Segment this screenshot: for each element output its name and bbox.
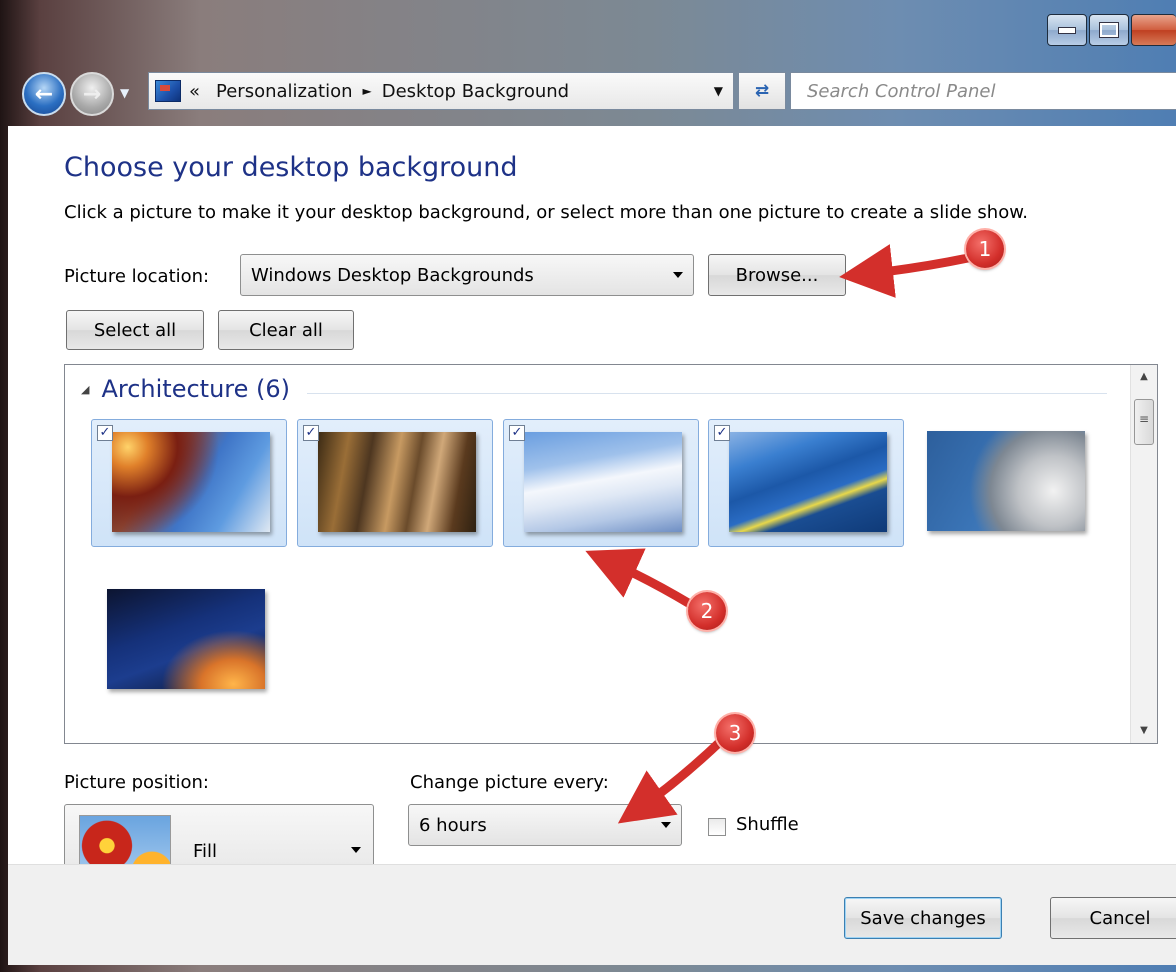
footer-bar: Save changes Cancel (8, 864, 1176, 965)
scroll-thumb[interactable] (1134, 399, 1154, 445)
thumbnail-architecture-1[interactable]: ✓ (91, 419, 287, 547)
maximize-icon (1099, 22, 1119, 38)
page-subtitle: Click a picture to make it your desktop … (64, 202, 1029, 223)
refresh-button[interactable]: ⇄ (738, 72, 786, 110)
callout-badge-3: 3 (716, 714, 754, 752)
chevron-down-icon (673, 272, 683, 278)
main-content: Choose your desktop background Click a p… (8, 126, 1176, 894)
picture-position-label: Picture position: (64, 772, 209, 793)
chevron-down-icon (661, 822, 671, 828)
change-picture-label: Change picture every: (410, 772, 609, 793)
forward-arrow-icon: → (82, 81, 102, 107)
minimize-icon (1058, 26, 1076, 34)
wallpaper-image (112, 432, 270, 532)
select-all-button[interactable]: Select all (66, 310, 204, 350)
picture-location-label: Picture location: (64, 266, 210, 287)
address-bar[interactable]: « Personalization ► Desktop Background ▼ (148, 72, 734, 110)
shuffle-label[interactable]: Shuffle (736, 814, 799, 835)
change-picture-dropdown[interactable]: 6 hours (408, 804, 682, 846)
search-input[interactable]: Search Control Panel (790, 72, 1176, 110)
wallpaper-image (524, 432, 682, 532)
breadcrumb-separator-icon[interactable]: ► (363, 84, 372, 98)
scroll-down-icon[interactable]: ▼ (1131, 719, 1157, 743)
title-bar (8, 0, 1176, 60)
forward-button[interactable]: → (70, 72, 114, 116)
wallpaper-image (107, 589, 265, 689)
thumbnail-architecture-4[interactable]: ✓ (708, 419, 904, 547)
vertical-scrollbar[interactable]: ▲ ▼ (1130, 365, 1157, 743)
thumbnail-checkbox[interactable]: ✓ (509, 425, 525, 441)
scroll-up-icon[interactable]: ▲ (1131, 365, 1157, 389)
maximize-button[interactable] (1089, 14, 1129, 46)
callout-badge-2: 2 (688, 592, 726, 630)
chevron-down-icon (351, 847, 361, 853)
thumbnail-checkbox[interactable]: ✓ (97, 425, 113, 441)
minimize-button[interactable] (1047, 14, 1087, 46)
close-button[interactable] (1131, 14, 1176, 46)
clear-all-button[interactable]: Clear all (218, 310, 354, 350)
thumbnail-architecture-5[interactable] (907, 419, 1103, 547)
thumbnail-architecture-2[interactable]: ✓ (297, 419, 493, 547)
address-dropdown-icon[interactable]: ▼ (714, 84, 723, 98)
picture-gallery: ◢ Architecture (6) ✓ ✓ ✓ ✓ ▲ ≡ ▼ (64, 364, 1158, 744)
back-arrow-icon: ← (34, 81, 54, 107)
navigation-bar: ← → ▼ « Personalization ► Desktop Backgr… (8, 64, 1176, 118)
group-title: Architecture (6) (101, 375, 291, 403)
thumbnail-checkbox[interactable]: ✓ (714, 425, 730, 441)
window: ← → ▼ « Personalization ► Desktop Backgr… (0, 0, 1176, 972)
wallpaper-image (729, 432, 887, 532)
thumbnail-checkbox[interactable]: ✓ (303, 425, 319, 441)
browse-button[interactable]: Browse... (708, 254, 846, 296)
picture-location-value: Windows Desktop Backgrounds (251, 264, 534, 286)
collapse-triangle-icon[interactable]: ◢ (81, 383, 89, 396)
change-picture-value: 6 hours (419, 814, 487, 836)
refresh-icon: ⇄ (754, 81, 770, 101)
cancel-button[interactable]: Cancel (1050, 897, 1176, 939)
overflow-chevron[interactable]: « (189, 81, 200, 102)
wallpaper-image (927, 431, 1085, 531)
picture-location-dropdown[interactable]: Windows Desktop Backgrounds (240, 254, 694, 296)
recent-pages-dropdown[interactable]: ▼ (120, 86, 129, 100)
page-title: Choose your desktop background (64, 152, 518, 183)
save-changes-button[interactable]: Save changes (844, 897, 1002, 939)
search-placeholder: Search Control Panel (807, 80, 996, 102)
back-button[interactable]: ← (22, 72, 66, 116)
thumbnail-architecture-6[interactable] (87, 577, 283, 705)
control-panel-icon (155, 80, 181, 102)
breadcrumb-desktop-background[interactable]: Desktop Background (382, 81, 569, 102)
thumbnail-architecture-3[interactable]: ✓ (503, 419, 699, 547)
breadcrumb-personalization[interactable]: Personalization (216, 81, 352, 102)
picture-position-value: Fill (193, 841, 218, 862)
caption-buttons (1045, 14, 1176, 48)
wallpaper-image (318, 432, 476, 532)
callout-badge-1: 1 (966, 230, 1004, 268)
group-divider (307, 393, 1107, 394)
shuffle-checkbox[interactable] (708, 818, 726, 836)
group-header[interactable]: ◢ Architecture (6) (81, 375, 290, 403)
